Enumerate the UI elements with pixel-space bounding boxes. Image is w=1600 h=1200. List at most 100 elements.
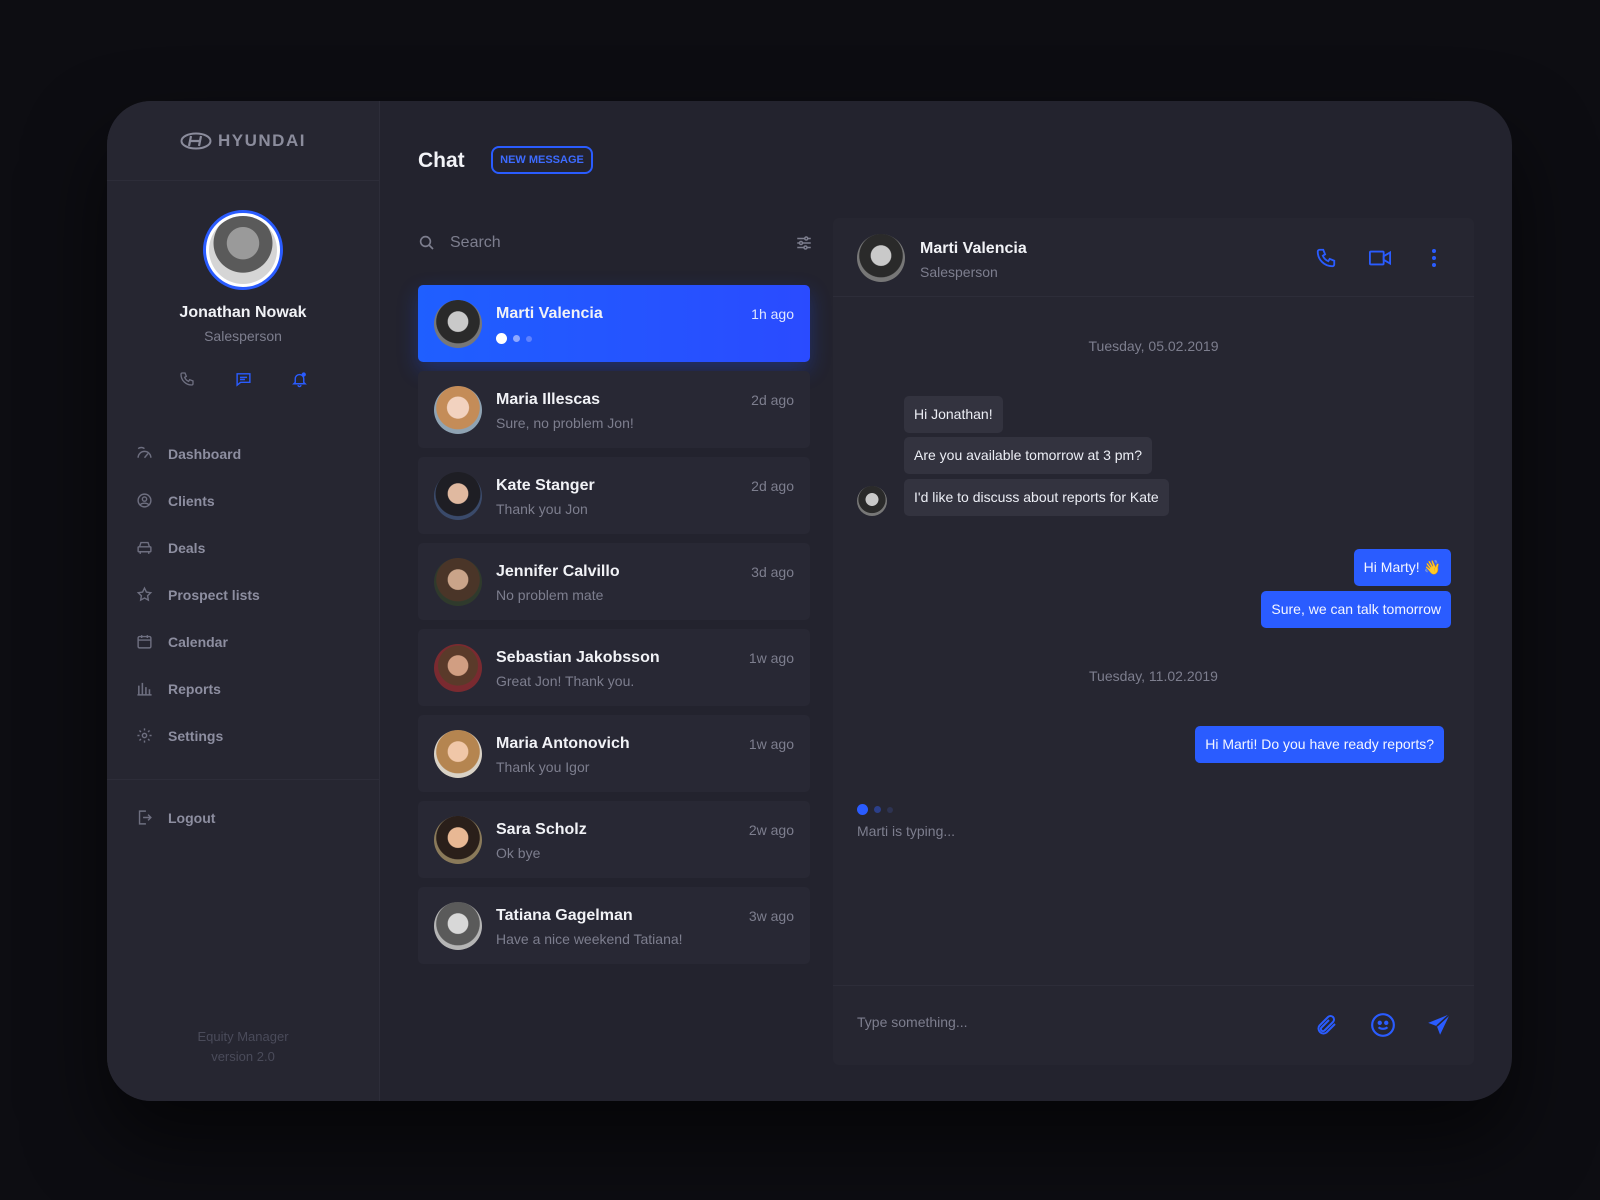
avatar: [434, 816, 482, 864]
calendar-icon: [135, 633, 153, 651]
avatar: [434, 472, 482, 520]
conversation-name: Sebastian Jakobsson: [496, 649, 660, 666]
typing-status: Marti is typing...: [857, 823, 956, 839]
attachment-icon[interactable]: [1314, 1012, 1340, 1038]
dashboard-icon: [135, 445, 153, 463]
search-icon: [419, 235, 434, 250]
chat-icon[interactable]: [234, 370, 252, 388]
nav-label: Reports: [168, 680, 221, 697]
conversation-list: Marti Valencia 1h ago Maria Illescas Sur…: [418, 285, 810, 973]
car-icon: [135, 539, 153, 557]
nav-item-deals[interactable]: Deals: [135, 524, 379, 571]
conversation-name: Marti Valencia: [496, 305, 603, 322]
chat-actions: [1314, 246, 1446, 270]
filter-icon[interactable]: [795, 234, 813, 252]
chat-panel: Marti Valencia Salesperson Tuesday, 05.0…: [833, 218, 1474, 1065]
hyundai-logo-icon: [180, 132, 212, 149]
conversation-time: 1h ago: [751, 306, 794, 322]
nav-item-prospect-lists[interactable]: Prospect lists: [135, 571, 379, 618]
conversation-item[interactable]: Sebastian Jakobsson Great Jon! Thank you…: [418, 629, 810, 706]
quick-actions: [107, 370, 379, 388]
app-name: Equity Manager: [197, 1029, 289, 1044]
avatar: [434, 644, 482, 692]
conversation-item[interactable]: Maria Antonovich Thank you Igor 1w ago: [418, 715, 810, 792]
conversation-preview: Great Jon! Thank you.: [496, 673, 635, 689]
conversation-preview: Thank you Jon: [496, 501, 588, 517]
user-role: Salesperson: [204, 328, 282, 344]
conversation-item[interactable]: Marti Valencia 1h ago: [418, 285, 810, 362]
bell-icon[interactable]: [290, 370, 308, 388]
clients-icon: [135, 492, 153, 510]
conversation-time: 2d ago: [751, 478, 794, 494]
conversation-item[interactable]: Tatiana Gagelman Have a nice weekend Tat…: [418, 887, 810, 964]
nav-item-reports[interactable]: Reports: [135, 665, 379, 712]
conversation-preview: Thank you Igor: [496, 759, 590, 775]
conversation-time: 3d ago: [751, 564, 794, 580]
user-profile: Jonathan Nowak Salesperson: [107, 210, 379, 344]
message-incoming: Are you available tomorrow at 3 pm?: [904, 437, 1152, 474]
page-title: Chat: [418, 149, 465, 172]
nav-item-settings[interactable]: Settings: [135, 712, 379, 759]
typing-indicator: [496, 333, 532, 344]
nav-item-calendar[interactable]: Calendar: [135, 618, 379, 665]
avatar: [434, 300, 482, 348]
chat-header: Marti Valencia Salesperson: [833, 218, 1474, 297]
user-name: Jonathan Nowak: [179, 304, 307, 321]
message-outgoing: Sure, we can talk tomorrow: [1261, 591, 1451, 628]
phone-icon[interactable]: [178, 370, 196, 388]
conversation-item[interactable]: Sara Scholz Ok bye 2w ago: [418, 801, 810, 878]
conversation-time: 1w ago: [748, 650, 794, 666]
video-icon[interactable]: [1368, 246, 1392, 270]
contact-role: Salesperson: [920, 264, 998, 280]
search-bar: [418, 225, 813, 261]
brand-name: HYUNDAI: [218, 130, 306, 150]
conversation-preview: No problem mate: [496, 587, 604, 603]
nav-label: Deals: [168, 539, 206, 556]
message-incoming: I'd like to discuss about reports for Ka…: [904, 479, 1169, 516]
conversation-preview: Have a nice weekend Tatiana!: [496, 931, 683, 947]
conversation-item[interactable]: Maria Illescas Sure, no problem Jon! 2d …: [418, 371, 810, 448]
avatar[interactable]: [857, 234, 905, 282]
nav-item-dashboard[interactable]: Dashboard: [135, 430, 379, 477]
conversation-name: Maria Antonovich: [496, 735, 630, 752]
gear-icon: [135, 727, 153, 745]
search-input[interactable]: [450, 234, 795, 252]
message-composer: [833, 985, 1474, 1065]
phone-icon[interactable]: [1314, 246, 1338, 270]
logout-button[interactable]: Logout: [135, 794, 379, 841]
avatar: [857, 486, 887, 516]
logout-label: Logout: [168, 809, 216, 826]
app-version-number: version 2.0: [211, 1049, 275, 1064]
conversation-time: 3w ago: [748, 908, 794, 924]
conversation-time: 1w ago: [748, 736, 794, 752]
star-icon: [135, 586, 153, 604]
nav-label: Clients: [168, 492, 215, 509]
nav-label: Calendar: [168, 633, 228, 650]
send-icon[interactable]: [1426, 1012, 1452, 1038]
more-vertical-icon[interactable]: [1422, 246, 1446, 270]
brand-logo: HYUNDAI: [107, 101, 379, 181]
sidebar: HYUNDAI Jonathan Nowak Salesperson Dashb…: [107, 101, 380, 1101]
avatar[interactable]: [203, 210, 283, 290]
composer-actions: [1314, 1012, 1452, 1038]
conversation-name: Sara Scholz: [496, 821, 587, 838]
conversation-name: Tatiana Gagelman: [496, 907, 633, 924]
new-message-button[interactable]: NEW MESSAGE: [491, 146, 593, 174]
conversation-name: Jennifer Calvillo: [496, 563, 620, 580]
nav-label: Prospect lists: [168, 586, 260, 603]
app-version: Equity Manager version 2.0: [107, 1027, 379, 1067]
conversation-item[interactable]: Kate Stanger Thank you Jon 2d ago: [418, 457, 810, 534]
message-incoming: Hi Jonathan!: [904, 396, 1003, 433]
logout-icon: [135, 809, 153, 827]
emoji-icon[interactable]: [1370, 1012, 1396, 1038]
bar-chart-icon: [135, 680, 153, 698]
nav-label: Settings: [168, 727, 224, 744]
conversation-name: Kate Stanger: [496, 477, 595, 494]
conversation-time: 2w ago: [748, 822, 794, 838]
conversation-preview: Sure, no problem Jon!: [496, 415, 634, 431]
avatar: [434, 730, 482, 778]
message-outgoing: Hi Marti! Do you have ready reports?: [1195, 726, 1444, 763]
nav-item-clients[interactable]: Clients: [135, 477, 379, 524]
message-input[interactable]: [857, 1014, 1277, 1030]
conversation-item[interactable]: Jennifer Calvillo No problem mate 3d ago: [418, 543, 810, 620]
